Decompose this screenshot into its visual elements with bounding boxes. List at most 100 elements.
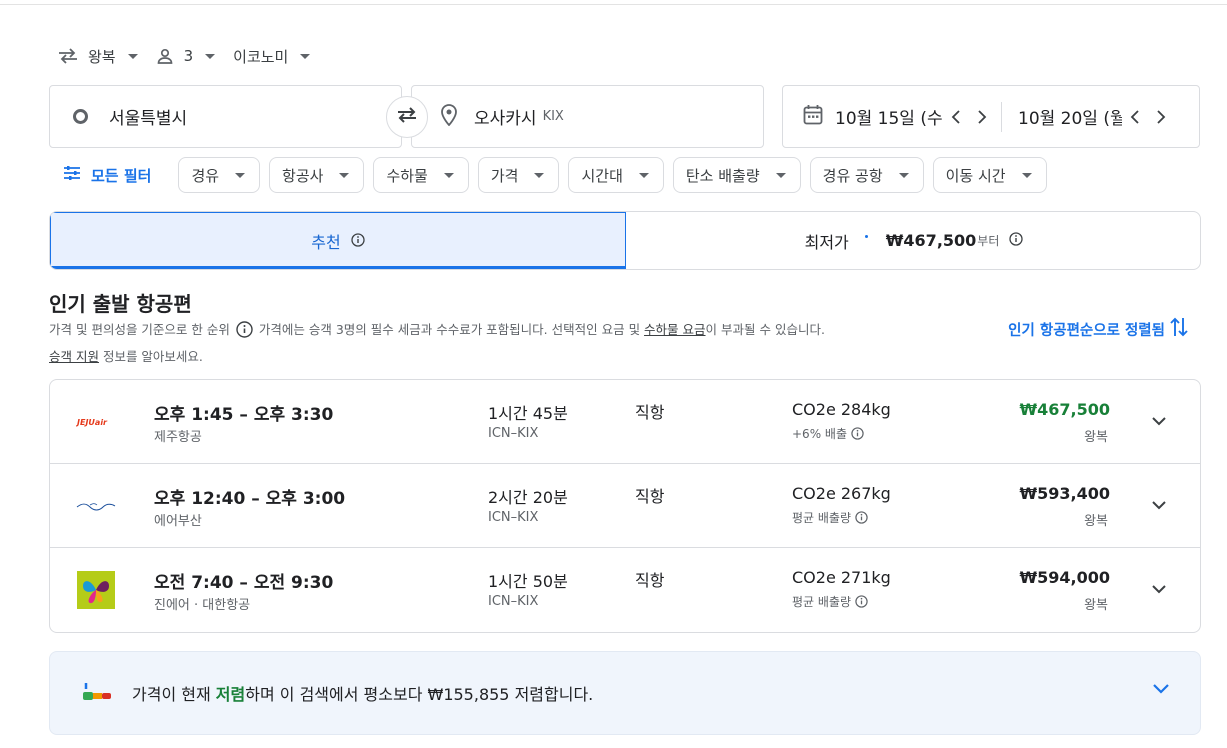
date-field[interactable]: 10월 15일 (수 10월 20일 (월 — [782, 85, 1200, 148]
tab-cheapest-label: 최저가 — [804, 232, 849, 252]
flight-price: ₩594,000 — [1019, 568, 1110, 587]
departure-date[interactable]: 10월 15일 (수 — [835, 104, 943, 129]
chevron-right-icon — [1157, 109, 1166, 124]
flight-row[interactable]: JEJUair 오후 1:45 – 오후 3:30 제주항공 1시간 45분 I… — [50, 380, 1200, 464]
flight-stops: 직항 — [635, 487, 665, 506]
tune-icon — [63, 165, 81, 185]
return-prev-button[interactable] — [1122, 104, 1148, 130]
bag-fees-link[interactable]: 수하물 요금 — [644, 322, 705, 337]
flight-times: 오후 1:45 – 오후 3:30 — [154, 405, 334, 425]
chevron-left-icon — [1130, 109, 1139, 124]
filter-chip-price[interactable]: 가격 — [477, 157, 560, 193]
chevron-down-icon — [775, 172, 786, 178]
expand-insight-button[interactable] — [1152, 680, 1170, 699]
chevron-down-icon — [1152, 585, 1166, 594]
filter-chip-emissions[interactable]: 탄소 배출량 — [672, 157, 801, 193]
filter-bar: 모든 필터 경유 항공사 수하물 가격 시간대 탄소 배출량 경유 공항 이동 … — [63, 157, 1056, 193]
airbusan-logo — [76, 486, 116, 526]
filter-chip-bags[interactable]: 수하물 — [373, 157, 469, 193]
jinair-logo — [76, 570, 116, 610]
tab-cheapest[interactable]: 최저가 ₩467,500 부터 — [626, 212, 1200, 269]
destination-airport-code: KIX — [542, 109, 564, 124]
destination-field[interactable]: 오사카시 KIX — [411, 85, 764, 148]
sort-label: 인기 항공편순으로 정렬됨 — [1008, 322, 1165, 339]
info-icon[interactable] — [1009, 231, 1024, 250]
chevron-down-icon — [1153, 684, 1169, 694]
flight-duration: 2시간 20분 — [488, 488, 568, 507]
filter-chip-stops[interactable]: 경유 — [178, 157, 261, 193]
chevron-down-icon — [1152, 501, 1166, 510]
swap-locations-button[interactable] — [386, 96, 428, 138]
expand-button[interactable] — [1146, 408, 1172, 434]
expand-button[interactable] — [1146, 492, 1172, 518]
ranking-note: 가격 및 편의성을 기준으로 한 순위 — [49, 322, 230, 337]
insight-prefix: 가격이 현재 — [132, 685, 216, 704]
origin-field[interactable]: 서울특별시 — [49, 85, 402, 148]
filter-chip-label: 시간대 — [581, 166, 623, 185]
flight-stops: 직항 — [635, 571, 665, 590]
co2-emissions: CO2e 271kg — [792, 568, 891, 587]
jejuair-logo: JEJUair — [76, 402, 116, 442]
section-title: 인기 출발 항공편 — [49, 292, 192, 316]
chevron-down-icon — [339, 172, 350, 178]
price-gauge-icon — [80, 681, 114, 705]
emissions-label: 평균 배출량 — [792, 595, 852, 609]
price-type: 왕복 — [1084, 598, 1108, 613]
chevron-down-icon — [300, 53, 311, 59]
cabin-label: 이코노미 — [233, 47, 289, 66]
filter-chip-airlines[interactable]: 항공사 — [269, 157, 365, 193]
filter-chip-connecting-airports[interactable]: 경유 공항 — [809, 157, 924, 193]
filter-chip-label: 경유 — [191, 166, 220, 185]
trip-type-select[interactable]: 왕복 — [58, 46, 138, 67]
cabin-select[interactable]: 이코노미 — [233, 46, 311, 67]
flight-route: ICN–KIX — [488, 510, 539, 525]
chevron-down-icon — [638, 172, 649, 178]
price-insight-banner[interactable]: 가격이 현재 저렴하며 이 검색에서 평소보다 ₩155,855 저렴합니다. — [49, 651, 1201, 735]
info-icon[interactable] — [351, 232, 365, 251]
price-type: 왕복 — [1084, 514, 1108, 529]
flight-times: 오후 12:40 – 오후 3:00 — [154, 489, 346, 509]
departure-prev-button[interactable] — [943, 104, 969, 130]
chevron-right-icon — [978, 109, 987, 124]
filter-chip-label: 항공사 — [282, 166, 324, 185]
emissions-label: +6% 배출 — [792, 427, 847, 441]
flight-price: ₩593,400 — [1019, 484, 1110, 503]
info-icon — [855, 595, 868, 608]
flight-row[interactable]: 오후 12:40 – 오후 3:00 에어부산 2시간 20분 ICN–KIX … — [50, 464, 1200, 548]
top-divider — [0, 4, 1227, 5]
return-next-button[interactable] — [1148, 104, 1174, 130]
date-divider — [1001, 101, 1002, 132]
expand-button[interactable] — [1146, 576, 1172, 602]
return-date[interactable]: 10월 20일 (월 — [1018, 104, 1122, 129]
price-note-end: 이 부과될 수 있습니다. — [705, 322, 825, 337]
chevron-down-icon — [1021, 172, 1032, 178]
chevron-down-icon — [127, 53, 138, 59]
all-filters-button[interactable]: 모든 필터 — [63, 165, 151, 186]
chevron-left-icon — [951, 109, 960, 124]
flight-row[interactable]: 오전 7:40 – 오전 9:30 진에어 · 대한항공 1시간 50분 ICN… — [50, 548, 1200, 632]
sort-button[interactable]: 인기 항공편순으로 정렬됨 — [1008, 316, 1189, 342]
insight-suffix: 하며 이 검색에서 평소보다 ₩155,855 저렴합니다. — [245, 685, 594, 704]
flight-route: ICN–KIX — [488, 426, 539, 441]
filter-chip-label: 수하물 — [386, 166, 428, 185]
price-insight-text: 가격이 현재 저렴하며 이 검색에서 평소보다 ₩155,855 저렴합니다. — [132, 681, 593, 705]
chevron-down-icon — [898, 172, 909, 178]
filter-chip-duration[interactable]: 이동 시간 — [932, 157, 1047, 193]
filter-chip-times[interactable]: 시간대 — [568, 157, 664, 193]
passenger-assistance-link[interactable]: 승객 지원 — [49, 349, 99, 364]
emissions-note: 평균 배출량 — [792, 509, 868, 526]
chevron-down-icon — [205, 53, 216, 59]
sort-arrows-icon — [1165, 316, 1189, 342]
chevron-down-icon — [534, 172, 545, 178]
chevron-down-icon — [443, 172, 454, 178]
filter-chip-label: 이동 시간 — [945, 166, 1006, 185]
tab-best[interactable]: 추천 — [50, 212, 626, 269]
passengers-count: 3 — [183, 47, 194, 65]
chevron-down-icon — [1152, 417, 1166, 426]
destination-value: 오사카시 — [474, 109, 537, 129]
passengers-select[interactable]: 3 — [156, 47, 216, 65]
departure-next-button[interactable] — [969, 104, 995, 130]
emissions-note: 평균 배출량 — [792, 593, 868, 610]
price-type: 왕복 — [1084, 430, 1108, 445]
info-icon[interactable] — [236, 321, 253, 345]
